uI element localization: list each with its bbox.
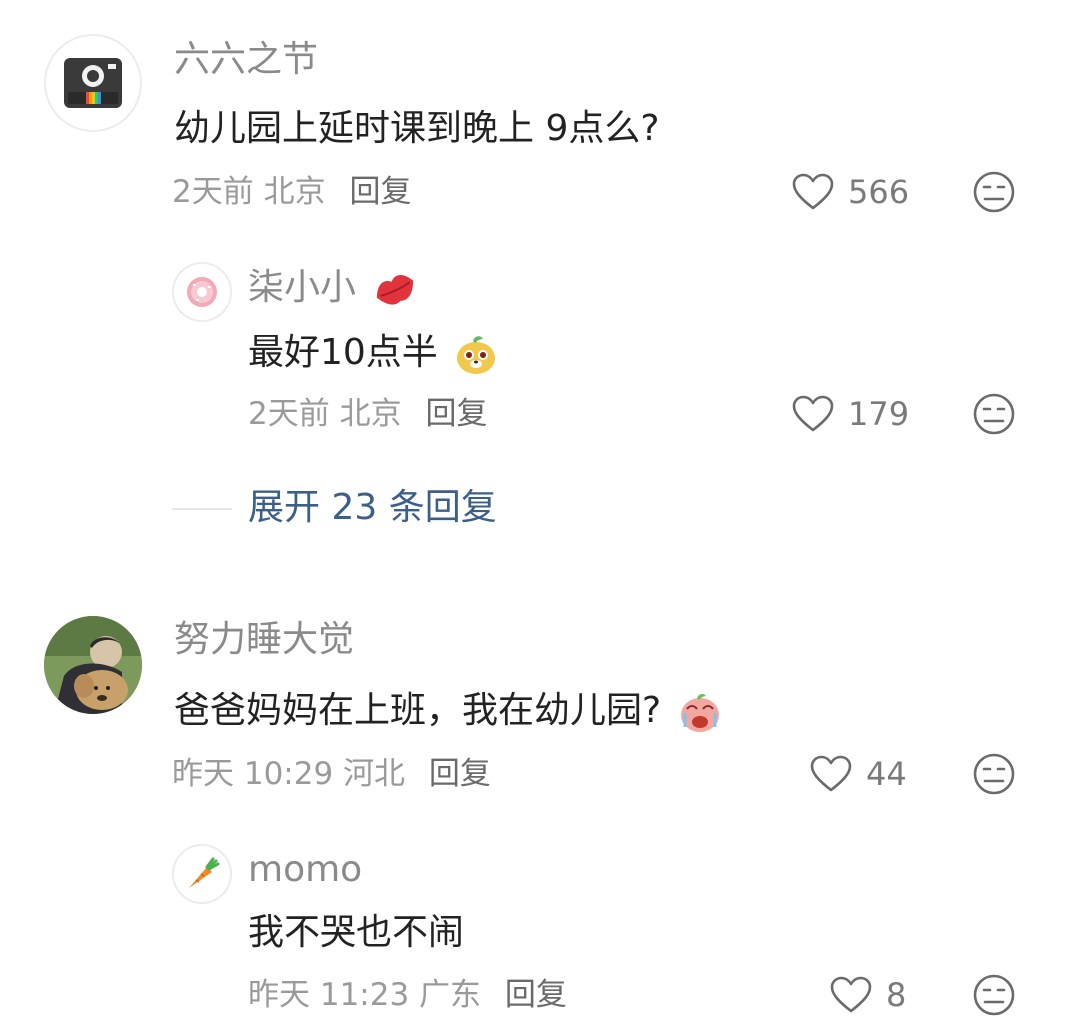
donut-icon: [187, 277, 217, 307]
comment-text: 爸爸妈妈在上班，我在幼儿园?: [174, 688, 723, 735]
avatar-person-with-dog[interactable]: [44, 616, 142, 714]
camera-icon: [64, 58, 122, 108]
reply-text-content: 最好10点半: [248, 332, 438, 373]
comment-time: 2天前: [172, 174, 254, 210]
meh-face-icon: [973, 974, 1015, 1016]
comment-meta: 昨天 10:29 河北 回复: [172, 754, 491, 794]
carrot-icon: [189, 857, 220, 888]
reply-text: 最好10点半: [248, 330, 499, 377]
like-button[interactable]: 8: [830, 971, 906, 1019]
reply-button[interactable]: 回复: [429, 756, 491, 792]
heart-outline-icon: [792, 173, 834, 210]
reply-time: 2天前: [248, 396, 330, 432]
like-count: 179: [848, 395, 910, 433]
reply-location: 广东: [419, 977, 482, 1013]
lips-icon: [377, 275, 414, 305]
like-button[interactable]: 179: [792, 390, 909, 438]
divider: [172, 508, 232, 510]
like-count: 8: [886, 976, 907, 1014]
crying-emoji-icon: [680, 693, 719, 732]
avatar-photo: [44, 616, 142, 714]
reply-meta: 2天前 北京 回复: [248, 394, 487, 434]
reply-username-text: 柒小小: [248, 267, 357, 308]
comment-username[interactable]: 六六之节: [174, 38, 318, 82]
cute-dog-emoji-icon: [457, 336, 496, 374]
like-button[interactable]: 44: [810, 750, 907, 798]
meh-face-icon: [973, 393, 1015, 435]
avatar-carrot[interactable]: [172, 844, 232, 904]
dislike-button[interactable]: [972, 752, 1016, 796]
comment-location: 北京: [263, 174, 326, 210]
avatar-donut[interactable]: [172, 262, 232, 322]
comment-location: 河北: [343, 756, 406, 792]
expand-replies-button[interactable]: 展开 23 条回复: [248, 486, 497, 530]
heart-outline-icon: [810, 755, 852, 792]
comment-username[interactable]: 努力睡大觉: [174, 618, 354, 662]
reply-button[interactable]: 回复: [505, 977, 567, 1013]
reply-username[interactable]: momo: [248, 848, 362, 892]
heart-outline-icon: [792, 395, 834, 432]
reply-location: 北京: [339, 396, 402, 432]
reply-button[interactable]: 回复: [425, 396, 487, 432]
reply-button[interactable]: 回复: [349, 174, 411, 210]
dislike-button[interactable]: [972, 392, 1016, 436]
dislike-button[interactable]: [972, 973, 1016, 1017]
meh-face-icon: [973, 171, 1015, 213]
like-button[interactable]: 566: [792, 168, 909, 216]
reply-text: 我不哭也不闹: [248, 912, 465, 953]
avatar-camera[interactable]: [44, 34, 142, 132]
reply-meta: 昨天 11:23 广东 回复: [248, 975, 567, 1015]
meh-face-icon: [973, 753, 1015, 795]
comment-time: 昨天 10:29: [172, 756, 334, 792]
like-count: 44: [866, 755, 907, 793]
reply-time: 昨天 11:23: [248, 977, 410, 1013]
like-count: 566: [848, 173, 910, 211]
reply-username[interactable]: 柒小小: [248, 266, 419, 310]
comment-text: 幼儿园上延时课到晚上 9点么?: [174, 108, 660, 149]
comment-meta: 2天前 北京 回复: [172, 172, 411, 212]
comment-text-content: 爸爸妈妈在上班，我在幼儿园?: [174, 690, 662, 731]
dislike-button[interactable]: [972, 170, 1016, 214]
heart-outline-icon: [830, 976, 872, 1013]
